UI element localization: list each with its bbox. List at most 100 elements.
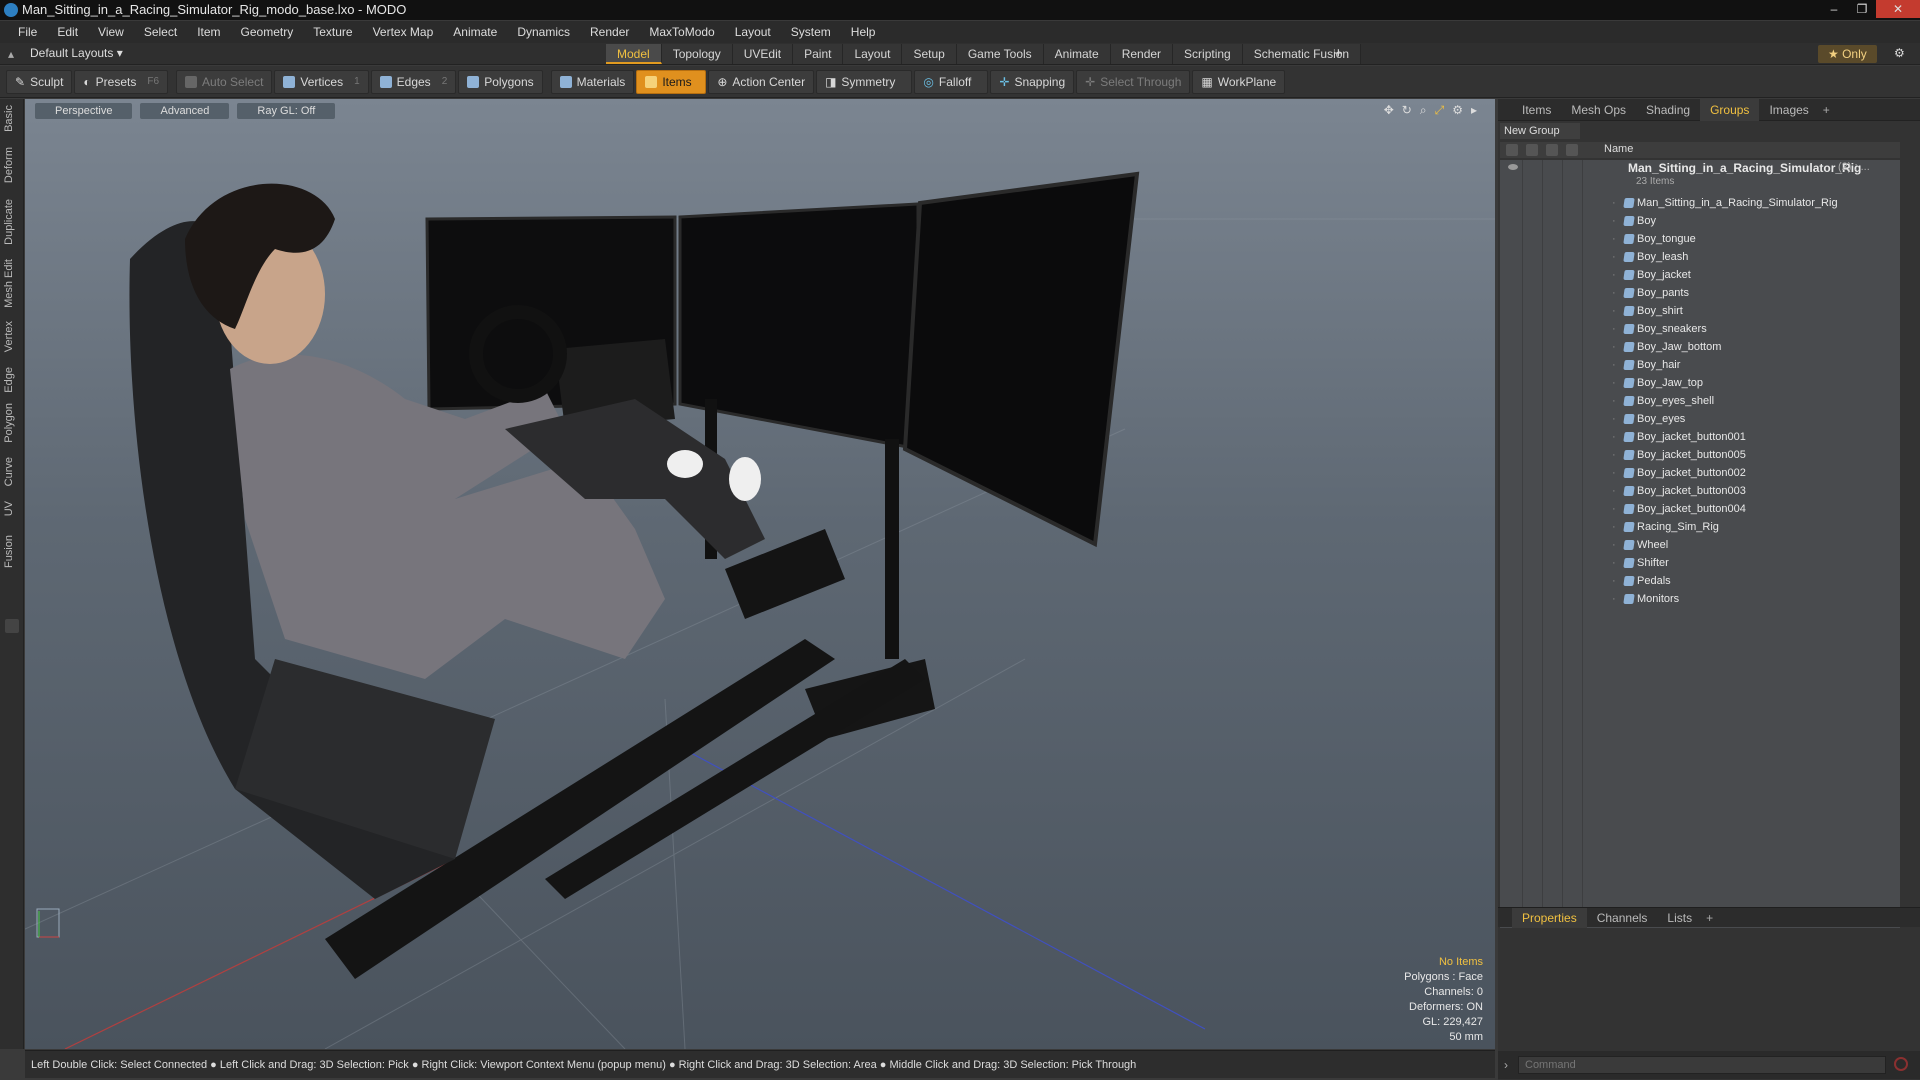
add-properties-tab-icon[interactable]: + [1706, 911, 1713, 925]
group-item-row[interactable]: · Shifter [1500, 554, 1900, 572]
group-item-row[interactable]: · Boy [1500, 212, 1900, 230]
viewport-gear-icon[interactable]: ⚙ [1452, 103, 1463, 118]
left-tab-duplicate[interactable]: Duplicate [3, 199, 21, 245]
tab-properties[interactable]: Properties [1512, 907, 1587, 928]
falloff-button[interactable]: ◎ Falloff [914, 69, 989, 94]
gear-icon[interactable]: ⚙ [1894, 46, 1905, 60]
raygl-toggle[interactable]: Ray GL: Off [237, 103, 336, 119]
eye-icon[interactable] [1508, 164, 1518, 170]
left-tab-polygon[interactable]: Polygon [3, 403, 21, 443]
polygons-button[interactable]: Polygons [458, 69, 543, 94]
left-tab-edge[interactable]: Edge [3, 367, 21, 393]
group-item-row[interactable]: · Boy_eyes [1500, 410, 1900, 428]
tab-topology[interactable]: Topology [661, 44, 733, 64]
group-item-row[interactable]: · Boy_pants [1500, 284, 1900, 302]
rotate-icon[interactable]: ↻ [1402, 103, 1412, 118]
menu-help[interactable]: Help [841, 25, 886, 39]
menu-vertex-map[interactable]: Vertex Map [363, 25, 444, 39]
menu-item[interactable]: Item [187, 25, 230, 39]
menu-select[interactable]: Select [134, 25, 187, 39]
edges-button[interactable]: Edges 2 [370, 69, 457, 94]
tab-setup[interactable]: Setup [902, 44, 957, 64]
tab-paint[interactable]: Paint [793, 44, 844, 64]
tab-mesh-ops[interactable]: Mesh Ops [1561, 99, 1636, 121]
zoom-icon[interactable]: ⌕ [1420, 103, 1427, 118]
group-item-row[interactable]: · Wheel [1500, 536, 1900, 554]
close-button[interactable]: ✕ [1876, 0, 1920, 18]
menu-render[interactable]: Render [580, 25, 639, 39]
menu-geometry[interactable]: Geometry [231, 25, 304, 39]
tab-schematic-fusion[interactable]: Schematic Fusion [1242, 44, 1362, 64]
group-item-row[interactable]: · Boy_jacket_button003 [1500, 482, 1900, 500]
group-item-row[interactable]: · Boy_jacket [1500, 266, 1900, 284]
layout-selector[interactable]: Default Layouts ▾ [30, 46, 123, 60]
menu-dynamics[interactable]: Dynamics [507, 25, 580, 39]
tab-animate[interactable]: Animate [1043, 44, 1111, 64]
tab-model[interactable]: Model [606, 44, 662, 64]
group-item-row[interactable]: · Boy_tongue [1500, 230, 1900, 248]
shading-mode-button[interactable]: Advanced [140, 103, 230, 119]
menu-system[interactable]: System [781, 25, 841, 39]
tab-scripting[interactable]: Scripting [1173, 44, 1243, 64]
3d-viewport[interactable]: Perspective Advanced Ray GL: Off ✥ ↻ ⌕ ⤢… [25, 99, 1495, 1049]
materials-button[interactable]: Materials [550, 69, 635, 94]
left-tab-fusion[interactable]: Fusion [3, 535, 21, 568]
group-item-row[interactable]: · Boy_sneakers [1500, 320, 1900, 338]
group-row[interactable]: Man_Sitting_in_a_Racing_Simulator_Rig (2… [1500, 160, 1900, 192]
group-item-row[interactable]: · Pedals [1500, 572, 1900, 590]
new-group-button[interactable]: New Group [1500, 123, 1580, 139]
menu-view[interactable]: View [88, 25, 134, 39]
select-column-icon[interactable] [1566, 144, 1578, 156]
group-item-row[interactable]: · Boy_jacket_button002 [1500, 464, 1900, 482]
tab-uvedit[interactable]: UVEdit [732, 44, 794, 64]
select-through-button[interactable]: ✛ Select Through [1076, 69, 1191, 94]
group-item-row[interactable]: · Boy_leash [1500, 248, 1900, 266]
render-column-icon[interactable] [1526, 144, 1538, 156]
layout-arrow-icon[interactable]: ▴ [8, 47, 14, 61]
panel-toggle-icon[interactable] [5, 619, 19, 633]
left-tab-deform[interactable]: Deform [3, 147, 21, 183]
left-tab-basic[interactable]: Basic [3, 105, 21, 132]
group-item-row[interactable]: · Boy_jacket_button005 [1500, 446, 1900, 464]
tab-images[interactable]: Images [1759, 99, 1818, 121]
left-tab-mesh-edit[interactable]: Mesh Edit [3, 259, 21, 308]
group-item-row[interactable]: · Monitors [1500, 590, 1900, 608]
vertices-button[interactable]: Vertices 1 [274, 69, 369, 94]
menu-animate[interactable]: Animate [443, 25, 507, 39]
pan-icon[interactable]: ✥ [1384, 103, 1394, 118]
group-item-row[interactable]: · Boy_Jaw_bottom [1500, 338, 1900, 356]
add-tab-button[interactable]: + [1334, 45, 1343, 62]
tab-render[interactable]: Render [1110, 44, 1174, 64]
action-center-button[interactable]: ⊕ Action Center [708, 69, 815, 94]
group-item-row[interactable]: · Boy_hair [1500, 356, 1900, 374]
presets-button[interactable]: ◐ Presets F6 [74, 69, 169, 94]
group-item-row[interactable]: · Boy_jacket_button001 [1500, 428, 1900, 446]
tab-lists[interactable]: Lists [1657, 908, 1702, 928]
viewport-menu-arrow-icon[interactable]: ▸ [1471, 103, 1477, 118]
view-mode-button[interactable]: Perspective [35, 103, 133, 119]
tab-layout[interactable]: Layout [843, 44, 903, 64]
name-column-header[interactable]: Name [1604, 143, 1633, 155]
group-item-row[interactable]: · Boy_shirt [1500, 302, 1900, 320]
menu-file[interactable]: File [8, 25, 47, 39]
left-tab-vertex[interactable]: Vertex [3, 321, 21, 352]
lock-column-icon[interactable] [1546, 144, 1558, 156]
left-tab-uv[interactable]: UV [3, 501, 21, 516]
add-panel-tab-icon[interactable]: + [1823, 103, 1830, 117]
group-item-row[interactable]: · Boy_Jaw_top [1500, 374, 1900, 392]
visibility-column-icon[interactable] [1506, 144, 1518, 156]
menu-edit[interactable]: Edit [47, 25, 88, 39]
maximize-button[interactable]: ❐ [1848, 0, 1876, 18]
only-toggle[interactable]: ★ Only [1818, 45, 1877, 63]
minimize-button[interactable]: – [1820, 0, 1848, 18]
run-command-icon[interactable] [1894, 1057, 1908, 1071]
left-tab-curve[interactable]: Curve [3, 457, 21, 486]
tab-channels[interactable]: Channels [1587, 908, 1658, 928]
items-button[interactable]: Items [636, 69, 707, 94]
auto-select-button[interactable]: Auto Select [176, 69, 273, 94]
group-item-row[interactable]: · Racing_Sim_Rig [1500, 518, 1900, 536]
tab-items[interactable]: Items [1512, 99, 1561, 121]
menu-layout[interactable]: Layout [725, 25, 781, 39]
snapping-button[interactable]: ✛ Snapping [990, 69, 1075, 94]
group-item-row[interactable]: · Man_Sitting_in_a_Racing_Simulator_Rig [1500, 194, 1900, 212]
